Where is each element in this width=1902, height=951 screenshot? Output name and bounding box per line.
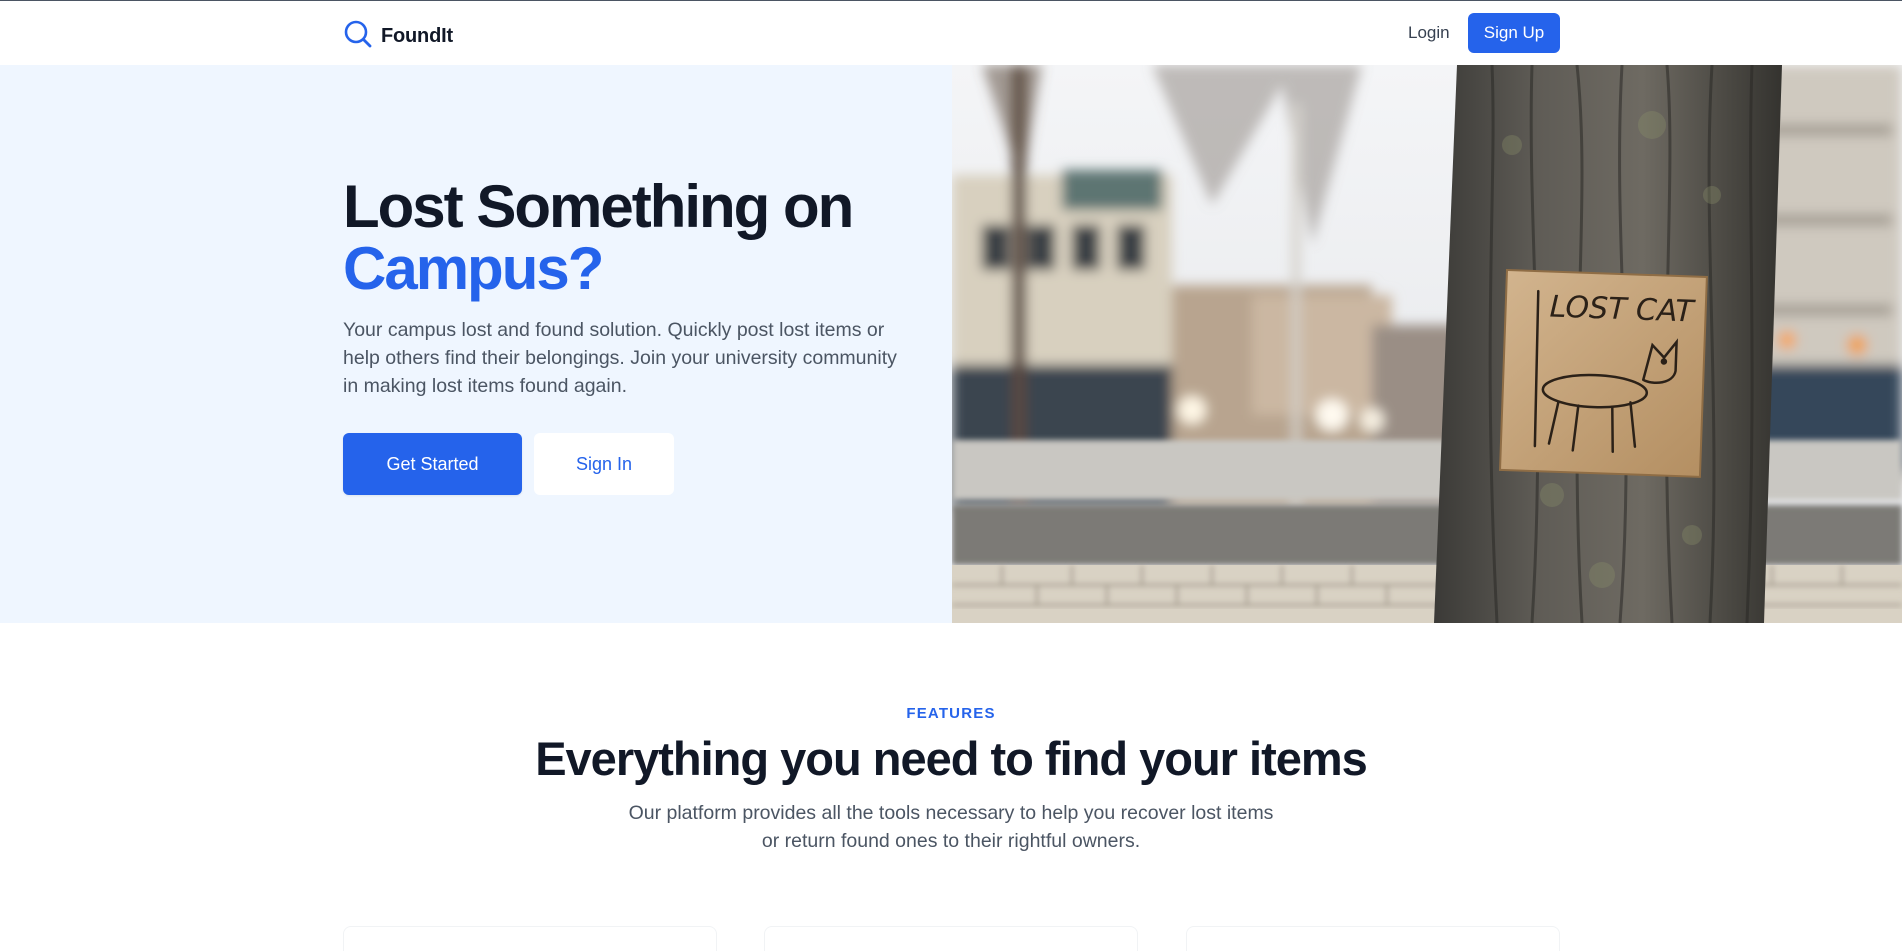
lost-cat-sign-text: LOST CAT: [1549, 290, 1697, 330]
get-started-button[interactable]: Get Started: [343, 433, 522, 495]
features-section: FEATURES Everything you need to find you…: [0, 623, 1902, 951]
hero-image: LOST CAT: [952, 65, 1902, 623]
hero-section: Lost Something on Campus? Your campus lo…: [0, 65, 1902, 623]
navbar: FoundIt Login Sign Up: [0, 1, 1902, 65]
features-eyebrow: FEATURES: [906, 705, 996, 722]
feature-card: [1186, 926, 1560, 951]
hero-title-line1: Lost Something on: [343, 173, 854, 240]
hero-subtitle: Your campus lost and found solution. Qui…: [343, 319, 897, 397]
signup-button[interactable]: Sign Up: [1468, 13, 1560, 53]
hero-title: Lost Something on Campus?: [343, 176, 923, 300]
feature-card: [764, 926, 1138, 951]
hero-content: Lost Something on Campus? Your campus lo…: [0, 65, 952, 623]
hero-title-accent: Campus?: [343, 235, 604, 302]
features-title: Everything you need to find your items: [535, 732, 1368, 785]
brand-name: FoundIt: [381, 25, 453, 47]
feature-card: [343, 926, 717, 951]
search-icon: [343, 19, 373, 54]
brand-logo[interactable]: FoundIt: [343, 19, 453, 54]
features-subtitle: Our platform provides all the tools nece…: [628, 802, 1274, 852]
sign-in-button[interactable]: Sign In: [534, 433, 674, 495]
login-link[interactable]: Login: [1408, 23, 1450, 43]
